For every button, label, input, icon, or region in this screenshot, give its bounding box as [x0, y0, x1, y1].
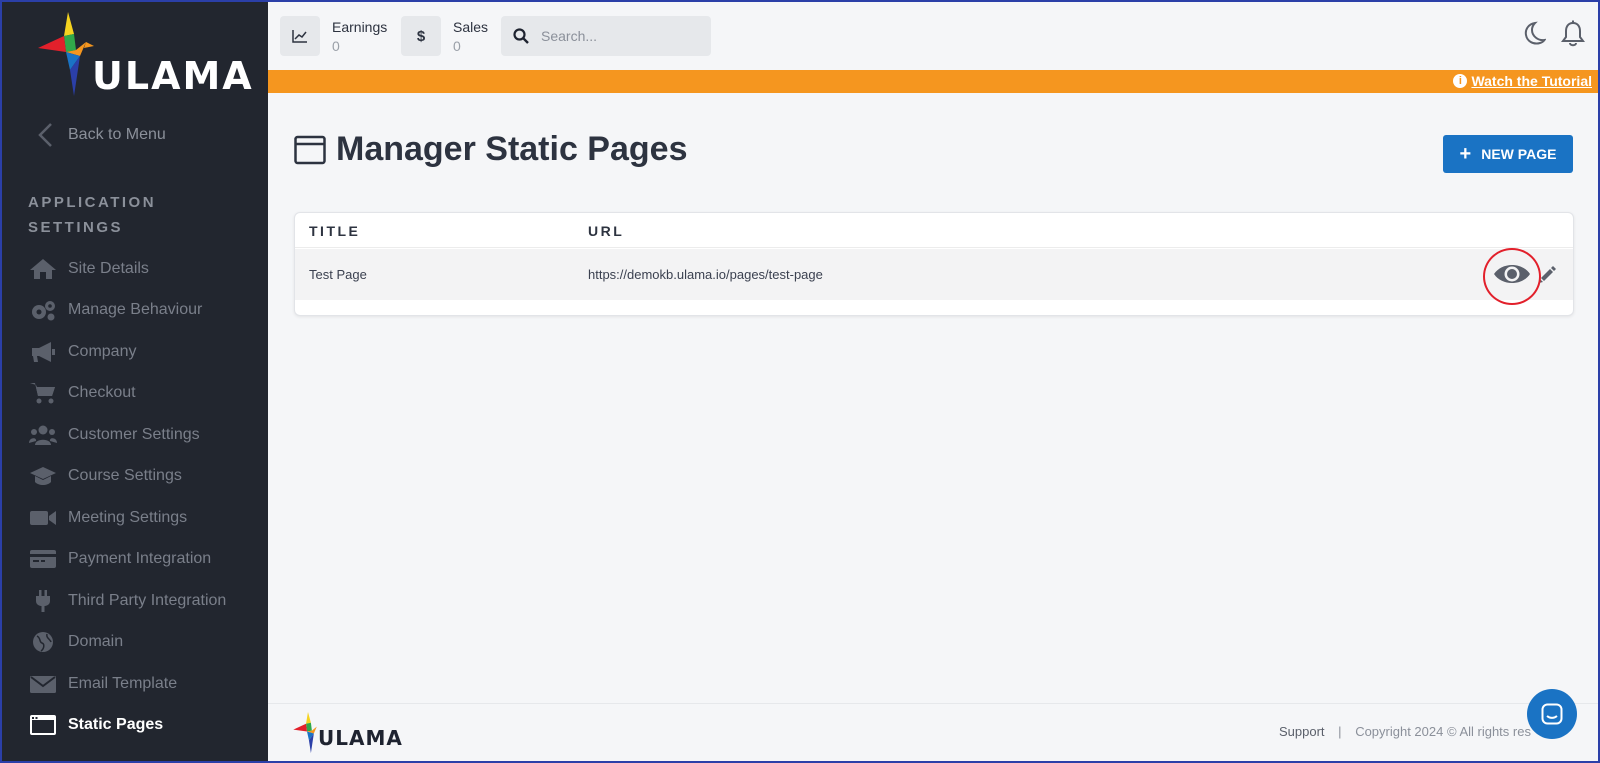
sidebar-item-third-party-integration[interactable]: Third Party Integration	[28, 580, 264, 622]
copyright-text: Copyright 2024 © All rights res	[1355, 724, 1531, 739]
sidebar-item-email-template[interactable]: Email Template	[28, 663, 264, 705]
sidebar-item-checkout[interactable]: Checkout	[28, 373, 264, 415]
sidebar-item-label: Site Details	[68, 259, 149, 277]
footer-links: Support | Copyright 2024 © All rights re…	[1279, 724, 1531, 739]
earnings-label: Earnings	[332, 19, 388, 35]
sidebar-item-site-details[interactable]: Site Details	[28, 248, 264, 290]
dark-mode-moon-icon[interactable]	[1520, 20, 1546, 48]
footer-logo-text: ULAMA	[318, 726, 403, 750]
cart-icon	[28, 381, 58, 405]
sidebar-item-label: Domain	[68, 633, 124, 651]
sidebar-item-label: Static Pages	[68, 716, 164, 734]
page-title: Manager Static Pages	[336, 130, 688, 168]
sidebar-item-label: Manage Behaviour	[68, 301, 203, 319]
static-pages-table: TITLE URL Test Page https://demokb.ulama…	[294, 212, 1574, 316]
sales-icon-box: $	[401, 16, 441, 56]
footer: ULAMA Support | Copyright 2024 © All rig…	[268, 703, 1598, 761]
video-camera-icon	[28, 506, 58, 530]
earnings-stat[interactable]: Earnings 0	[280, 16, 387, 56]
watch-tutorial-label: Watch the Tutorial	[1471, 73, 1592, 89]
table-header: TITLE URL	[295, 213, 1573, 248]
sidebar-item-label: Customer Settings	[68, 425, 200, 443]
top-right-icons	[1520, 20, 1586, 48]
annotation-highlight-circle	[1483, 248, 1541, 305]
back-to-menu-link[interactable]: Back to Menu	[36, 120, 166, 150]
home-icon	[28, 257, 58, 281]
chat-launcher-button[interactable]	[1527, 689, 1577, 739]
dollar-icon: $	[416, 27, 426, 45]
back-to-menu-label: Back to Menu	[68, 126, 166, 143]
users-icon	[28, 423, 58, 447]
sidebar-item-meeting-settings[interactable]: Meeting Settings	[28, 497, 264, 539]
support-link[interactable]: Support	[1279, 724, 1325, 739]
sidebar-item-manage-behaviour[interactable]: Manage Behaviour	[28, 290, 264, 332]
new-page-button[interactable]: + NEW PAGE	[1443, 135, 1573, 173]
sales-label: Sales	[453, 19, 489, 35]
chat-icon	[1541, 703, 1563, 725]
plug-icon	[28, 589, 58, 613]
watch-tutorial-link[interactable]: i Watch the Tutorial	[1453, 73, 1592, 89]
settings-nav: Site Details Manage Behaviour Company Ch…	[28, 248, 264, 746]
footer-separator: |	[1338, 724, 1342, 739]
section-title: APPLICATION SETTINGS	[28, 194, 157, 236]
sidebar-item-company[interactable]: Company	[28, 331, 264, 373]
footer-logo: ULAMA	[292, 712, 402, 756]
megaphone-icon	[28, 340, 58, 364]
plus-icon: +	[1459, 143, 1472, 165]
sidebar-item-customer-settings[interactable]: Customer Settings	[28, 414, 264, 456]
payment-card-icon	[28, 547, 58, 571]
new-page-label: NEW PAGE	[1481, 146, 1557, 162]
sidebar-item-label: Email Template	[68, 674, 178, 692]
sidebar-item-label: Course Settings	[68, 467, 182, 485]
sidebar-item-payment-integration[interactable]: Payment Integration	[28, 539, 264, 581]
search-box	[501, 16, 711, 56]
globe-icon	[28, 630, 58, 654]
top-bar: Earnings 0 $ Sales 0	[268, 2, 1598, 70]
sidebar-item-domain[interactable]: Domain	[28, 622, 264, 664]
search-icon	[501, 28, 541, 44]
search-input[interactable]	[541, 28, 701, 44]
envelope-icon	[28, 672, 58, 696]
chevron-left-icon	[38, 123, 52, 147]
sidebar-item-course-settings[interactable]: Course Settings	[28, 456, 264, 498]
column-header-title: TITLE	[309, 223, 361, 239]
logo-text: ULAMA	[92, 54, 254, 98]
earnings-value: 0	[332, 38, 340, 54]
sidebar-item-label: Checkout	[68, 384, 136, 402]
sales-value: 0	[453, 38, 461, 54]
sidebar-item-label: Company	[68, 342, 137, 360]
hummingbird-logo-icon	[38, 12, 94, 96]
gears-icon	[28, 298, 58, 322]
sidebar-item-label: Payment Integration	[68, 550, 212, 568]
sidebar: ULAMA Back to Menu APPLICATION SETTINGS …	[2, 2, 268, 761]
notification-bell-icon[interactable]	[1560, 20, 1586, 48]
line-chart-icon	[292, 30, 307, 43]
row-url: https://demokb.ulama.io/pages/test-page	[588, 267, 823, 282]
window-icon	[28, 713, 58, 737]
window-icon	[294, 135, 326, 164]
row-title: Test Page	[309, 267, 367, 282]
table-row[interactable]: Test Page https://demokb.ulama.io/pages/…	[295, 249, 1573, 300]
page-header: Manager Static Pages	[294, 130, 687, 169]
earnings-icon-box	[280, 16, 320, 56]
tutorial-banner: i Watch the Tutorial	[268, 70, 1598, 93]
sidebar-item-label: Third Party Integration	[68, 591, 227, 609]
column-header-url: URL	[588, 223, 625, 239]
sidebar-item-label: Meeting Settings	[68, 508, 188, 526]
graduation-cap-icon	[28, 464, 58, 488]
sidebar-item-static-pages[interactable]: Static Pages	[28, 705, 264, 747]
info-icon: i	[1453, 74, 1468, 88]
sales-stat[interactable]: $ Sales 0	[401, 16, 488, 56]
ulama-logo[interactable]: ULAMA	[36, 12, 252, 102]
